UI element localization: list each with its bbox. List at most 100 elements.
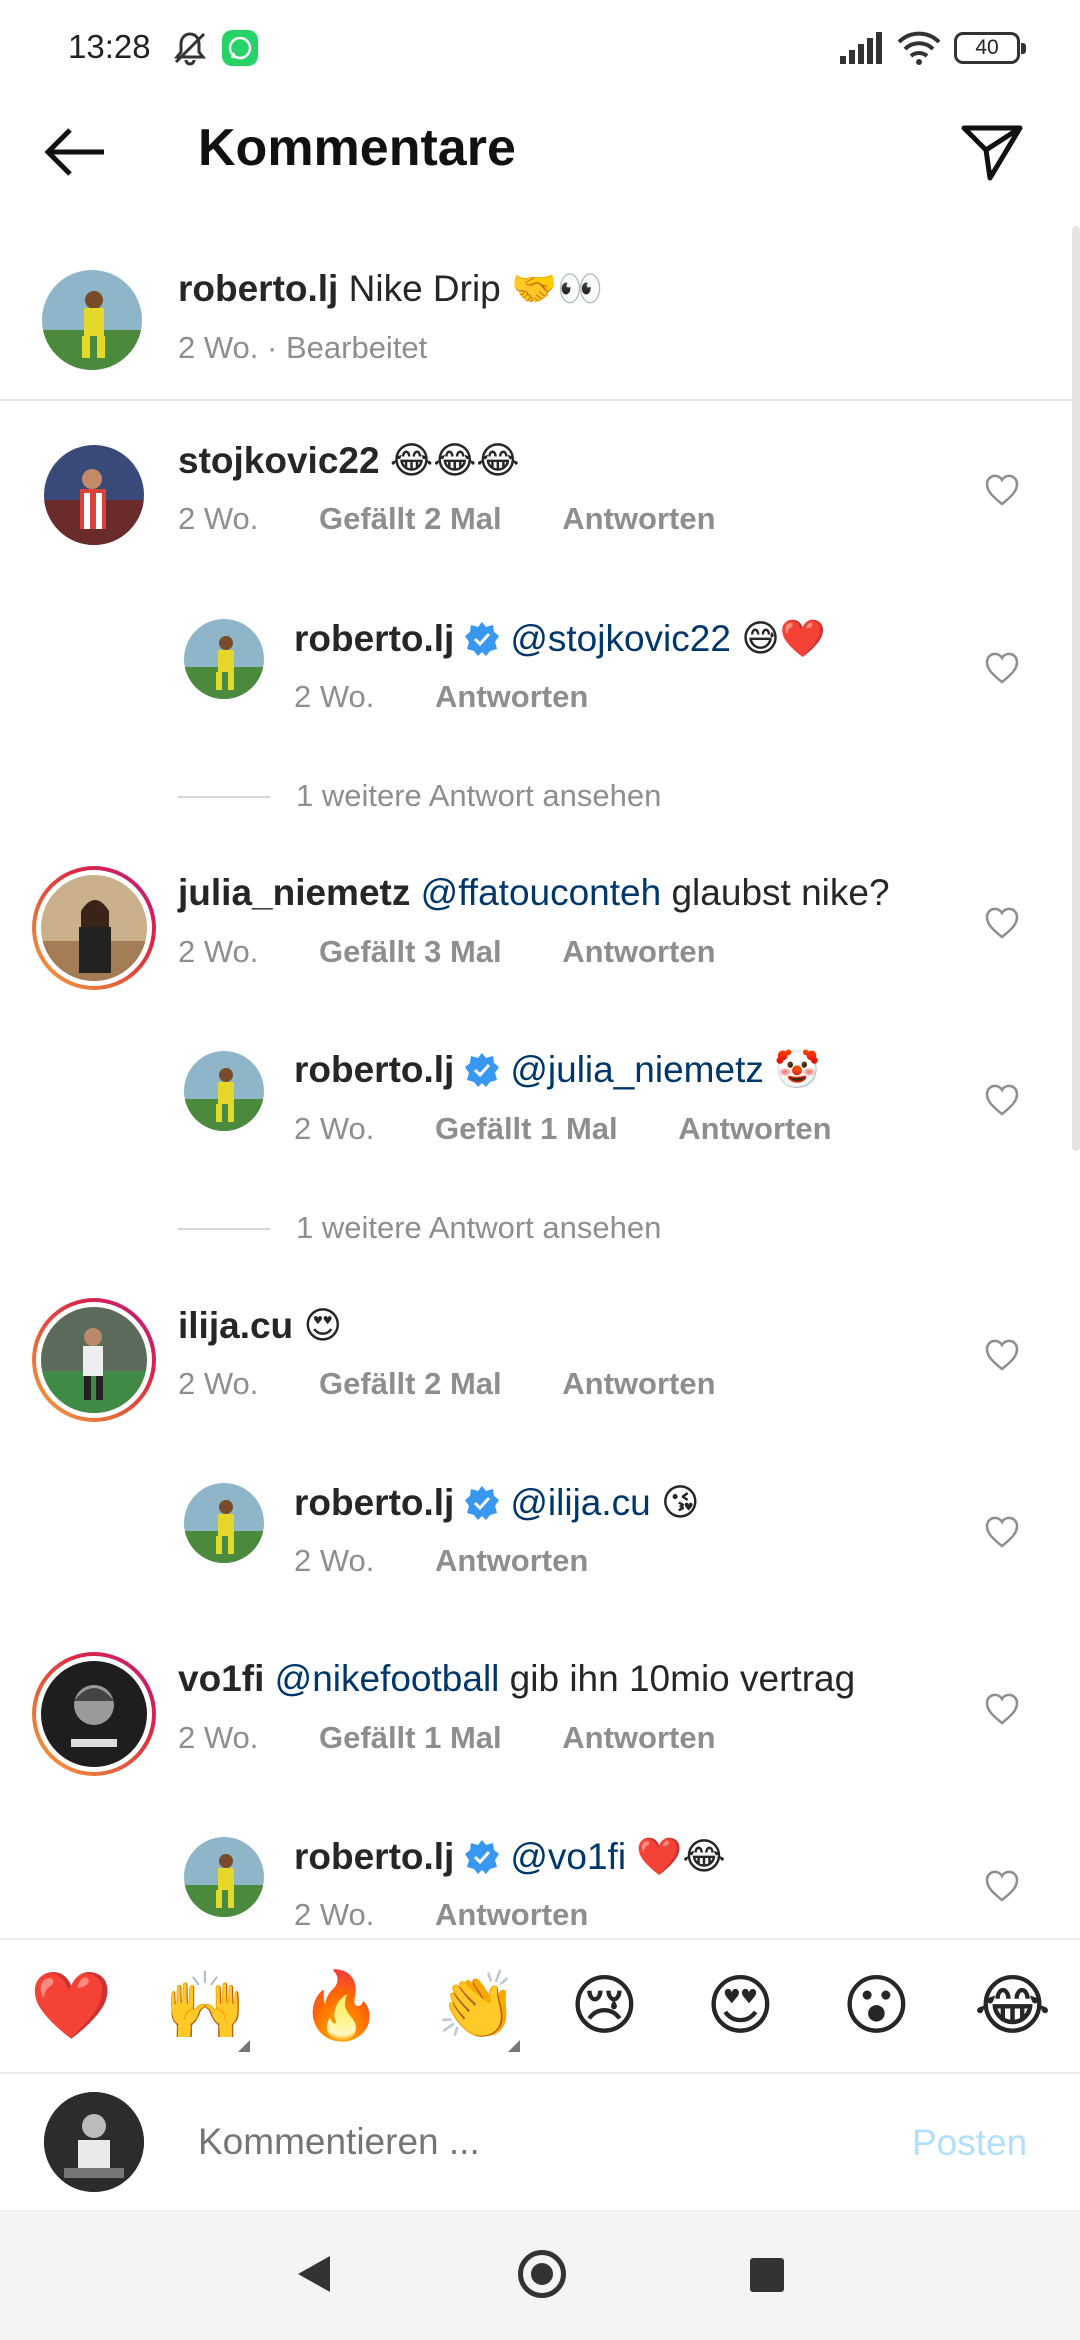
comment-meta: 2 Wo. Gefällt 1 Mal Antworten: [178, 1720, 716, 1756]
emoji-clapping[interactable]: 👏: [436, 1968, 518, 2044]
reply-row: roberto.lj @julia_niemetz 🤡 2 Wo. Gefällt…: [0, 1045, 1080, 1175]
whatsapp-icon: [222, 30, 258, 66]
divider: [0, 399, 1080, 401]
reply-username[interactable]: roberto.lj: [294, 1049, 454, 1090]
comment-body: gib ihn 10mio vertrag: [509, 1658, 856, 1699]
reply-time: 2 Wo.: [294, 1111, 375, 1146]
likes-count[interactable]: Gefällt 1 Mal: [319, 1720, 502, 1755]
reply-row: roberto.lj @ilija.cu 😘 2 Wo. Antworten: [0, 1477, 1080, 1607]
page-title: Kommentare: [198, 119, 516, 177]
caption-row: roberto.lj Nike Drip 🤝👀 2 Wo. · Bearbeit…: [0, 262, 1080, 402]
heart-icon[interactable]: [984, 473, 1020, 507]
comment-username[interactable]: julia_niemetz: [178, 872, 410, 913]
avatar[interactable]: [42, 270, 142, 370]
skin-tone-indicator-icon: [238, 2040, 250, 2052]
emoji-laughing[interactable]: 😂: [974, 1968, 1051, 2044]
avatar[interactable]: [41, 875, 147, 981]
avatar[interactable]: [184, 1483, 264, 1563]
heart-icon[interactable]: [984, 651, 1020, 685]
likes-count[interactable]: Gefällt 2 Mal: [319, 501, 502, 536]
avatar[interactable]: [44, 445, 144, 545]
reply-button[interactable]: Antworten: [562, 1366, 715, 1401]
nav-home-icon[interactable]: [518, 2250, 566, 2298]
avatar[interactable]: [41, 1307, 147, 1413]
comment-time: 2 Wo.: [178, 1366, 259, 1401]
comment-body: 😂😂😂: [389, 440, 520, 481]
reply-button[interactable]: Antworten: [678, 1111, 831, 1146]
reply-body: 🤡: [774, 1049, 821, 1090]
comment-username[interactable]: stojkovic22: [178, 440, 380, 481]
reply-button[interactable]: Antworten: [562, 1720, 715, 1755]
verified-badge-icon: [464, 1052, 500, 1088]
comment-time: 2 Wo.: [178, 501, 259, 536]
back-arrow-icon[interactable]: [40, 122, 110, 182]
comment-row: ilija.cu 😍 2 Wo. Gefällt 2 Mal Antworten: [0, 1298, 1080, 1428]
caption-username[interactable]: roberto.lj: [178, 268, 338, 309]
emoji-heart-eyes[interactable]: 😍: [706, 1968, 775, 2044]
reply-text: roberto.lj @stojkovic22 😅❤️: [294, 617, 826, 661]
caption-edited: Bearbeitet: [285, 330, 428, 365]
heart-icon[interactable]: [984, 1338, 1020, 1372]
emoji-fire[interactable]: 🔥: [300, 1968, 382, 2044]
comment-meta: 2 Wo. Gefällt 2 Mal Antworten: [178, 501, 716, 537]
reply-username[interactable]: roberto.lj: [294, 1482, 454, 1523]
reply-mention[interactable]: @stojkovic22: [510, 618, 731, 659]
comment-username[interactable]: vo1fi: [178, 1658, 264, 1699]
emoji-heart[interactable]: ❤️: [30, 1968, 112, 2044]
reply-button[interactable]: Antworten: [435, 1897, 588, 1932]
avatar[interactable]: [184, 1051, 264, 1131]
heart-icon[interactable]: [984, 1869, 1020, 1903]
comment-mention[interactable]: @ffatouconteh: [421, 872, 662, 913]
battery-icon: 40: [954, 32, 1026, 64]
reply-mention[interactable]: @ilija.cu: [510, 1482, 650, 1523]
reply-meta: 2 Wo. Antworten: [294, 1897, 588, 1933]
heart-icon[interactable]: [984, 906, 1020, 940]
reply-meta: 2 Wo. Antworten: [294, 679, 588, 715]
battery-level: 40: [975, 36, 999, 59]
view-more-replies[interactable]: 1 weitere Antwort ansehen: [178, 778, 661, 814]
reply-username[interactable]: roberto.lj: [294, 618, 454, 659]
comment-mention[interactable]: @nikefootball: [275, 1658, 500, 1699]
comment-row: julia_niemetz @ffatouconteh glaubst nike…: [0, 866, 1080, 996]
story-ring[interactable]: [32, 1652, 156, 1776]
direct-send-icon[interactable]: [960, 120, 1024, 184]
reply-body: 😘: [661, 1482, 700, 1523]
reply-button[interactable]: Antworten: [562, 934, 715, 969]
nav-recents-icon[interactable]: [750, 2258, 784, 2292]
reply-button[interactable]: Antworten: [562, 501, 715, 536]
story-ring[interactable]: [32, 1298, 156, 1422]
avatar[interactable]: [184, 1837, 264, 1917]
emoji-crying[interactable]: 😢: [570, 1968, 639, 2044]
reply-time: 2 Wo.: [294, 1543, 375, 1578]
reply-meta: 2 Wo. Antworten: [294, 1543, 588, 1579]
likes-count[interactable]: Gefällt 1 Mal: [435, 1111, 618, 1146]
avatar[interactable]: [184, 619, 264, 699]
reply-time: 2 Wo.: [294, 1897, 375, 1932]
emoji-surprised[interactable]: 😮: [842, 1968, 911, 2044]
view-more-replies[interactable]: 1 weitere Antwort ansehen: [178, 1210, 661, 1246]
nav-back-icon[interactable]: [296, 2254, 332, 2299]
story-ring[interactable]: [32, 866, 156, 990]
post-button[interactable]: Posten: [912, 2122, 1027, 2164]
own-avatar: [44, 2092, 144, 2192]
heart-icon[interactable]: [984, 1083, 1020, 1117]
caption-time: 2 Wo.: [178, 330, 259, 365]
system-nav-bar: [0, 2210, 1080, 2340]
likes-count[interactable]: Gefällt 2 Mal: [319, 1366, 502, 1401]
likes-count[interactable]: Gefällt 3 Mal: [319, 934, 502, 969]
comment-text: stojkovic22 😂😂😂: [178, 439, 520, 482]
avatar[interactable]: [41, 1661, 147, 1767]
emoji-quick-bar: ❤️ 🙌 🔥 👏 😢 😍 😮 😂: [0, 1938, 1080, 2074]
reply-mention[interactable]: @vo1fi: [510, 1836, 626, 1877]
emoji-raising-hands[interactable]: 🙌: [164, 1968, 246, 2044]
reply-mention[interactable]: @julia_niemetz: [510, 1049, 764, 1090]
comment-username[interactable]: ilija.cu: [178, 1305, 293, 1346]
comment-input[interactable]: [198, 2116, 798, 2168]
heart-icon[interactable]: [984, 1692, 1020, 1726]
verified-badge-icon: [464, 1839, 500, 1875]
heart-icon[interactable]: [984, 1515, 1020, 1549]
reply-button[interactable]: Antworten: [435, 679, 588, 714]
signal-icon: [840, 32, 882, 69]
reply-username[interactable]: roberto.lj: [294, 1836, 454, 1877]
reply-button[interactable]: Antworten: [435, 1543, 588, 1578]
